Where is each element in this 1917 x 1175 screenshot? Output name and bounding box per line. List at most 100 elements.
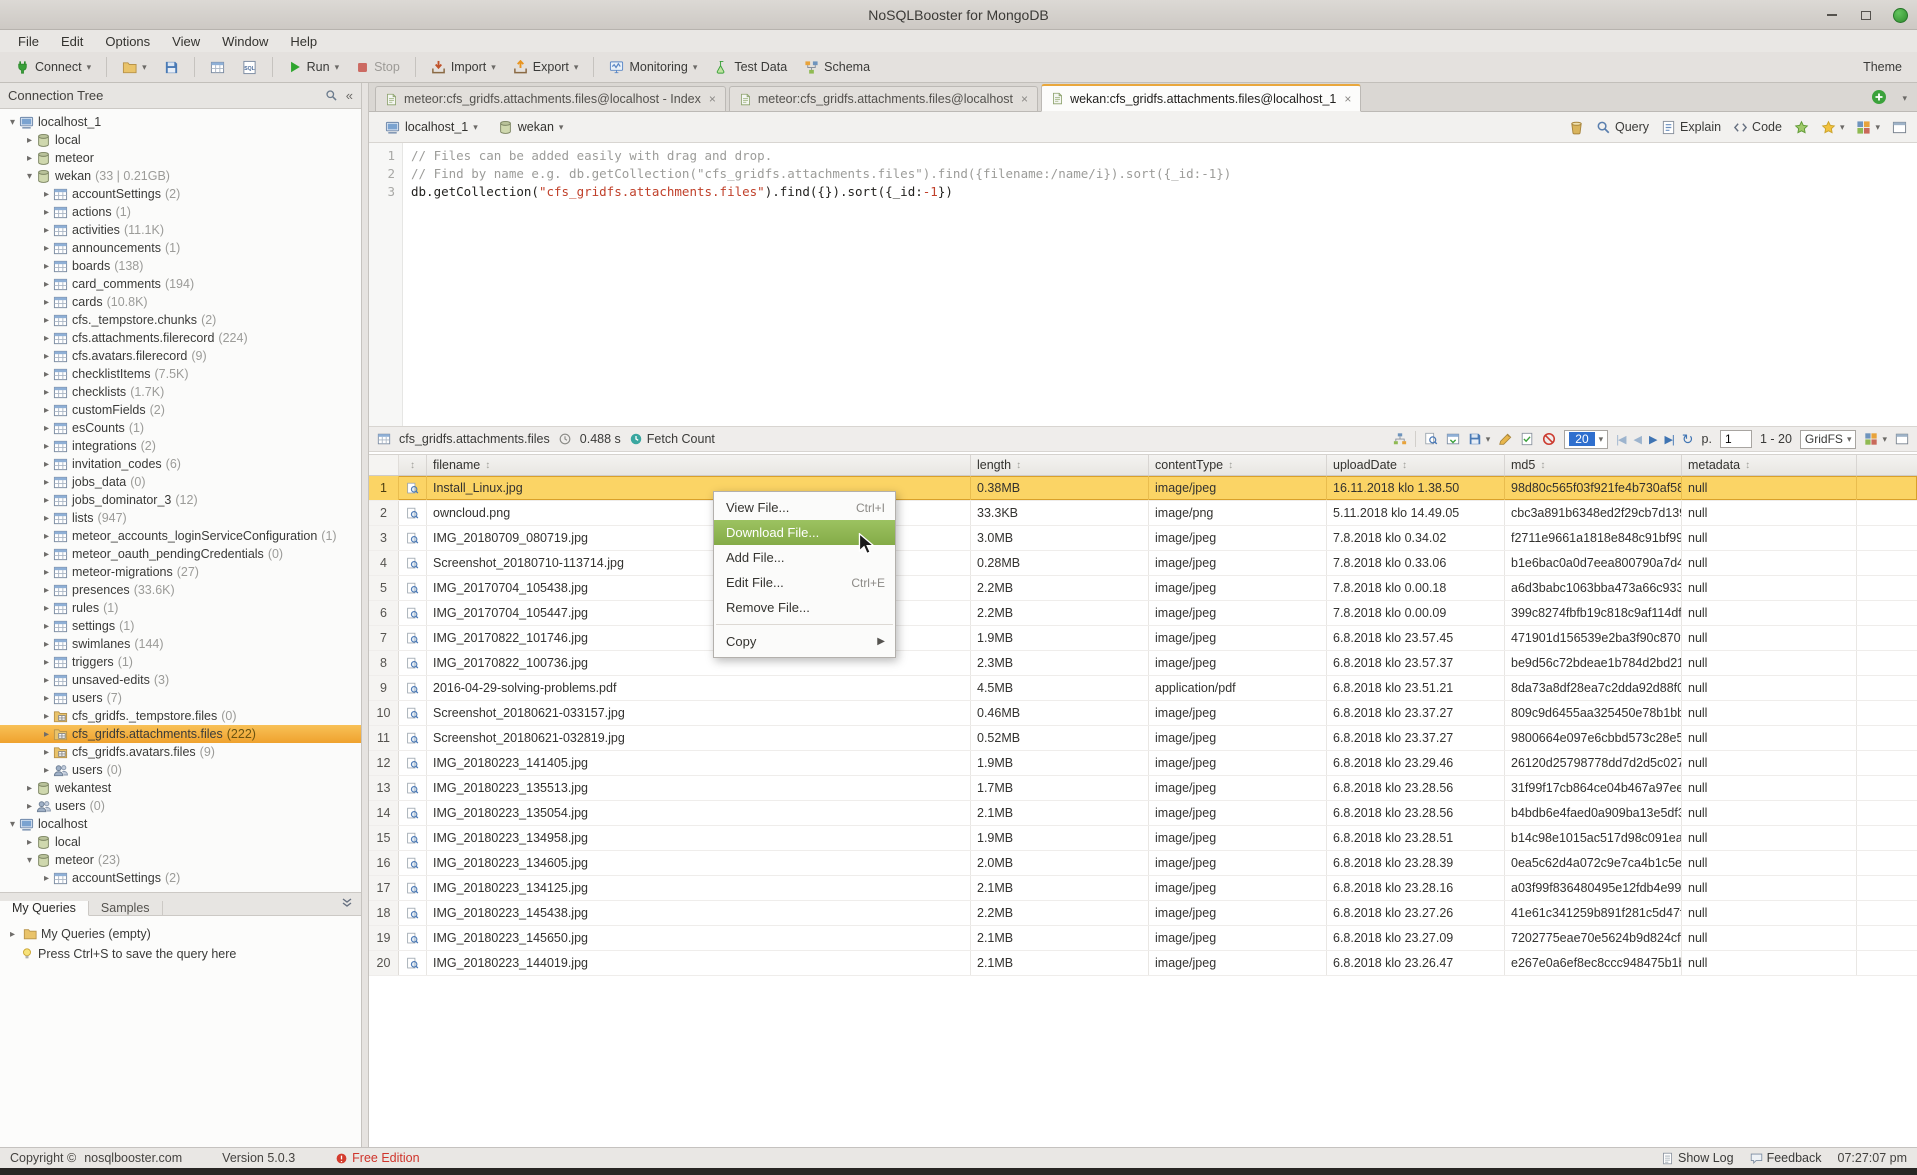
chevron-right-icon[interactable]: ▸ xyxy=(40,189,53,200)
tree-item-meteor[interactable]: ▸meteor xyxy=(0,149,361,167)
tree-item-announcements[interactable]: ▸announcements(1) xyxy=(0,239,361,257)
table-row-4[interactable]: 4Screenshot_20180710-113714.jpg0.28MBima… xyxy=(369,551,1917,576)
first-page-button[interactable]: |◀ xyxy=(1616,433,1625,446)
chevron-right-icon[interactable]: ▸ xyxy=(40,225,53,236)
chevron-right-icon[interactable]: ▸ xyxy=(40,243,53,254)
table-row-11[interactable]: 11Screenshot_20180621-032819.jpg0.52MBim… xyxy=(369,726,1917,751)
tab-close-icon[interactable]: × xyxy=(1344,92,1351,106)
table-row-2[interactable]: 2owncloud.png33.3KBimage/png5.11.2018 kl… xyxy=(369,501,1917,526)
chevron-right-icon[interactable]: ▸ xyxy=(40,261,53,272)
table-view-button[interactable] xyxy=(203,57,232,78)
sql-file-button[interactable]: SQL xyxy=(235,57,264,78)
add-favorite-icon[interactable] xyxy=(1794,120,1809,135)
preview-file-icon[interactable] xyxy=(399,601,427,625)
test-data-button[interactable]: Test Data xyxy=(707,57,794,78)
column-header-uploaddate[interactable]: uploadDate↕ xyxy=(1327,455,1505,475)
tree-item-localhost[interactable]: ▾localhost xyxy=(0,815,361,833)
preview-file-icon[interactable] xyxy=(399,526,427,550)
open-file-button[interactable]: ▾ xyxy=(115,57,154,78)
tree-item-cfs-avatars-filerecord[interactable]: ▸cfs.avatars.filerecord(9) xyxy=(0,347,361,365)
new-tab-button[interactable] xyxy=(1871,89,1887,105)
preview-file-icon[interactable] xyxy=(399,651,427,675)
tree-item-invitation-codes[interactable]: ▸invitation_codes(6) xyxy=(0,455,361,473)
run-button[interactable]: Run▾ xyxy=(281,57,346,77)
menu-window[interactable]: Window xyxy=(210,29,278,54)
tree-item-customfields[interactable]: ▸customFields(2) xyxy=(0,401,361,419)
tab-my-queries[interactable]: My Queries xyxy=(0,901,89,916)
menu-view[interactable]: View xyxy=(160,29,210,54)
theme-button[interactable]: Theme xyxy=(1856,57,1909,77)
tree-item-checklists[interactable]: ▸checklists(1.7K) xyxy=(0,383,361,401)
tree-item-cards[interactable]: ▸cards(10.8K) xyxy=(0,293,361,311)
preview-file-icon[interactable] xyxy=(399,676,427,700)
tree-item-cfs-gridfs-attachments-files[interactable]: ▸cfs_gridfs.attachments.files(222) xyxy=(0,725,361,743)
tab-meteor-cfs-gridfs-attachments-files-localhost[interactable]: meteor:cfs_gridfs.attachments.files@loca… xyxy=(729,86,1038,112)
column-header-metadata[interactable]: metadata↕ xyxy=(1682,455,1857,475)
save-results-dropdown[interactable]: ▾ xyxy=(1468,432,1491,446)
chevron-right-icon[interactable]: ▸ xyxy=(40,279,53,290)
schema-button[interactable]: Schema xyxy=(797,57,877,78)
page-size-select[interactable]: 20▾ xyxy=(1564,430,1608,449)
column-header-md5[interactable]: md5↕ xyxy=(1505,455,1682,475)
chevron-right-icon[interactable]: ▸ xyxy=(40,747,53,758)
tree-item-accountsettings[interactable]: ▸accountSettings(2) xyxy=(0,185,361,203)
table-row-8[interactable]: 8IMG_20170822_100736.jpg2.3MBimage/jpeg6… xyxy=(369,651,1917,676)
chevron-right-icon[interactable]: ▸ xyxy=(40,333,53,344)
stop-button[interactable]: Stop xyxy=(349,57,407,77)
tree-item-meteor[interactable]: ▾meteor(23) xyxy=(0,851,361,869)
tree-item-activities[interactable]: ▸activities(11.1K) xyxy=(0,221,361,239)
tree-item-presences[interactable]: ▸presences(33.6K) xyxy=(0,581,361,599)
code-area[interactable]: // Files can be added easily with drag a… xyxy=(403,143,1917,426)
tree-item-cfs-attachments-filerecord[interactable]: ▸cfs.attachments.filerecord(224) xyxy=(0,329,361,347)
preview-file-icon[interactable] xyxy=(399,551,427,575)
tab-wekan-cfs-gridfs-attachments-files-localhost-1[interactable]: wekan:cfs_gridfs.attachments.files@local… xyxy=(1041,84,1361,112)
monitoring-button[interactable]: Monitoring▾ xyxy=(602,57,704,78)
cancel-icon[interactable] xyxy=(1542,432,1556,446)
preview-file-icon[interactable] xyxy=(399,826,427,850)
tree-item-wekantest[interactable]: ▸wekantest xyxy=(0,779,361,797)
chevron-right-icon[interactable]: ▸ xyxy=(40,423,53,434)
tree-item-settings[interactable]: ▸settings(1) xyxy=(0,617,361,635)
maximize-button[interactable] xyxy=(1855,5,1877,25)
menu-item-view-file[interactable]: View File...Ctrl+I xyxy=(714,495,895,520)
maximize-results-icon[interactable] xyxy=(1895,432,1909,446)
query-button[interactable]: Query xyxy=(1596,120,1649,135)
tree-item-cfs-tempstore-chunks[interactable]: ▸cfs._tempstore.chunks(2) xyxy=(0,311,361,329)
table-row-6[interactable]: 6IMG_20170704_105447.jpg2.2MBimage/jpeg7… xyxy=(369,601,1917,626)
connection-selector[interactable]: localhost_1 ▾ xyxy=(379,118,484,137)
table-row-1[interactable]: 1Install_Linux.jpg0.38MBimage/jpeg16.11.… xyxy=(369,476,1917,501)
column-header-length[interactable]: length↕ xyxy=(971,455,1149,475)
tree-item-meteor-oauth-pendingcredentials[interactable]: ▸meteor_oauth_pendingCredentials(0) xyxy=(0,545,361,563)
preview-file-icon[interactable] xyxy=(399,751,427,775)
prev-page-button[interactable]: ◀ xyxy=(1634,433,1641,446)
chevron-right-icon[interactable]: ▸ xyxy=(23,135,36,146)
edit-document-icon[interactable] xyxy=(1498,432,1512,446)
favorites-dropdown[interactable]: ▾ xyxy=(1821,120,1845,135)
tab-close-icon[interactable]: × xyxy=(1021,92,1028,106)
site-link[interactable]: nosqlbooster.com xyxy=(84,1151,182,1165)
tab-list-icon[interactable]: ▾ xyxy=(1902,93,1907,104)
preview-file-icon[interactable] xyxy=(399,776,427,800)
tree-item-lists[interactable]: ▸lists(947) xyxy=(0,509,361,527)
chevron-down-icon[interactable]: ▾ xyxy=(23,855,36,866)
search-icon[interactable] xyxy=(325,89,338,102)
preview-file-icon[interactable] xyxy=(399,626,427,650)
chevron-right-icon[interactable]: ▸ xyxy=(23,801,36,812)
chevron-right-icon[interactable]: ▸ xyxy=(23,837,36,848)
table-row-17[interactable]: 17IMG_20180223_134125.jpg2.1MBimage/jpeg… xyxy=(369,876,1917,901)
maximize-panel-icon[interactable] xyxy=(1892,120,1907,135)
tree-item-unsaved-edits[interactable]: ▸unsaved-edits(3) xyxy=(0,671,361,689)
collapse-sidebar-icon[interactable]: « xyxy=(346,88,353,103)
table-row-10[interactable]: 10Screenshot_20180621-033157.jpg0.46MBim… xyxy=(369,701,1917,726)
preview-file-icon[interactable] xyxy=(399,701,427,725)
my-queries-root[interactable]: ▸ My Queries (empty) xyxy=(6,924,355,944)
fetch-count-button[interactable]: Fetch Count xyxy=(629,432,715,446)
tree-item-localhost-1[interactable]: ▾localhost_1 xyxy=(0,113,361,131)
chevron-right-icon[interactable]: ▸ xyxy=(40,351,53,362)
table-row-7[interactable]: 7IMG_20170822_101746.jpg1.9MBimage/jpeg6… xyxy=(369,626,1917,651)
tree-item-cfs-gridfs-tempstore-files[interactable]: ▸cfs_gridfs._tempstore.files(0) xyxy=(0,707,361,725)
chevron-right-icon[interactable]: ▸ xyxy=(40,387,53,398)
table-row-3[interactable]: 3IMG_20180709_080719.jpg3.0MBimage/jpeg7… xyxy=(369,526,1917,551)
chevron-right-icon[interactable]: ▸ xyxy=(40,207,53,218)
next-page-button[interactable]: ▶ xyxy=(1649,433,1656,446)
